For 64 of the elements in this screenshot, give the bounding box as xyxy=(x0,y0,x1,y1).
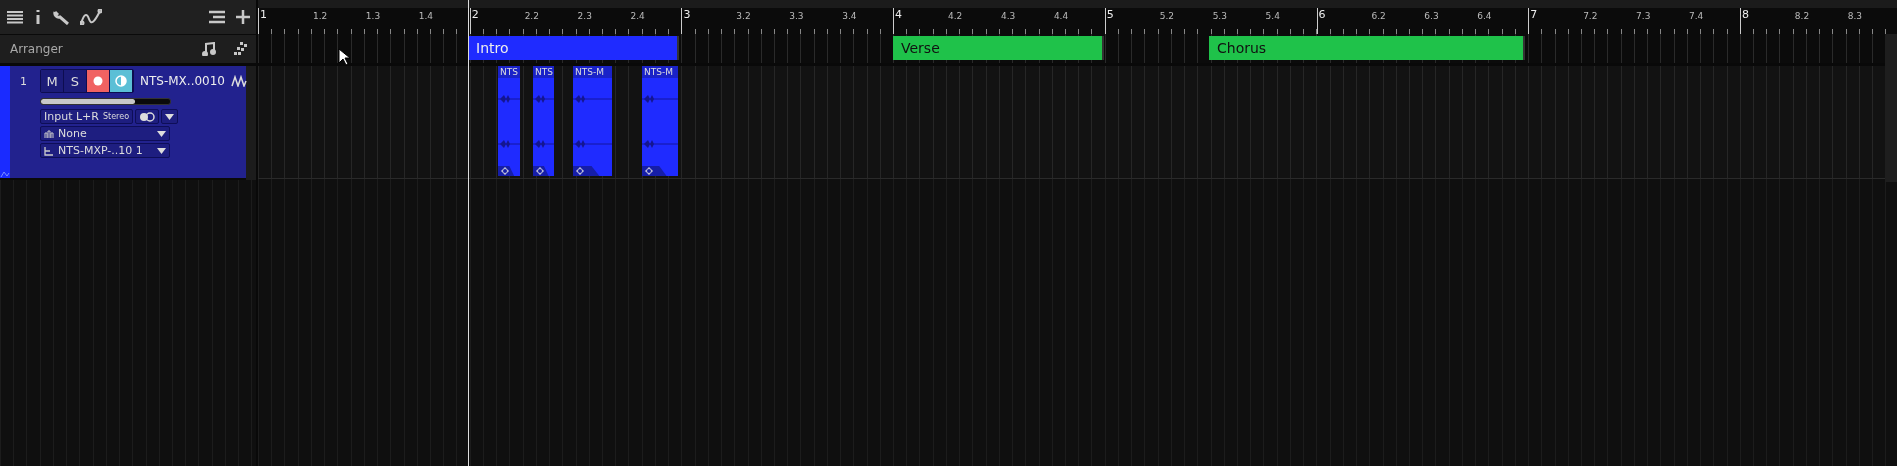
ruler-label: 5.4 xyxy=(1265,11,1280,21)
grid-icon[interactable] xyxy=(234,42,248,56)
ruler-label: 3.4 xyxy=(842,11,857,21)
solo-button[interactable]: S xyxy=(64,70,87,92)
ruler-label: 6.4 xyxy=(1477,11,1492,21)
ruler-label: 2.3 xyxy=(577,11,592,21)
instrument-selector[interactable]: None xyxy=(40,126,170,141)
track-name: NTS-MX..0010 xyxy=(140,74,225,88)
ruler-label: 2.4 xyxy=(630,11,645,21)
menu-icon[interactable] xyxy=(6,10,24,24)
audio-clip[interactable]: NTS xyxy=(533,66,554,176)
music-note-icon[interactable] xyxy=(202,42,216,56)
ruler-label: 1.3 xyxy=(365,11,381,21)
ruler-label: 1.2 xyxy=(312,11,328,21)
panel-title: Arranger xyxy=(10,42,64,56)
ruler-label: 7.3 xyxy=(1636,11,1651,21)
ruler-label: 5.2 xyxy=(1159,11,1175,21)
wrench-icon[interactable] xyxy=(52,9,70,25)
output-icon xyxy=(44,145,54,156)
toggle-switch[interactable] xyxy=(139,111,156,122)
ruler-label: 4.3 xyxy=(1000,11,1016,21)
clip-name: NTS xyxy=(498,66,520,78)
input-selector[interactable]: Input L+R Stereo xyxy=(40,109,134,124)
scrollbar[interactable] xyxy=(1885,34,1897,182)
audio-clip[interactable]: NTS xyxy=(498,66,520,176)
caret-icon xyxy=(157,130,166,137)
audio-clip[interactable]: NTS-M xyxy=(573,66,612,176)
arranger-section[interactable]: Verse xyxy=(893,36,1104,60)
output-selector[interactable]: NTS-MXP-..10 1 xyxy=(40,143,170,158)
audio-clip[interactable]: NTS-M xyxy=(642,66,678,176)
clip-name: NTS-M xyxy=(573,66,612,78)
arranger-section[interactable]: Intro xyxy=(468,36,679,60)
caret-icon xyxy=(157,147,166,154)
mute-button[interactable]: M xyxy=(41,70,64,92)
ruler-label: 8.3 xyxy=(1847,11,1863,21)
ruler-label: 8.2 xyxy=(1794,11,1810,21)
half-circle-icon xyxy=(115,75,127,87)
ruler-label: 5.3 xyxy=(1212,11,1227,21)
ruler-label: 2.2 xyxy=(524,11,539,21)
ruler-label: 6.3 xyxy=(1424,11,1439,21)
ruler-label: 7.4 xyxy=(1688,11,1704,21)
info-icon[interactable] xyxy=(34,9,42,25)
dropdown-button[interactable] xyxy=(161,109,179,124)
clip-name: NTS xyxy=(533,66,554,78)
ruler-label: 1.4 xyxy=(418,11,434,21)
ruler-label: 3.2 xyxy=(736,11,751,21)
monitor-button[interactable] xyxy=(110,70,133,92)
ruler-label: 4.2 xyxy=(948,11,963,21)
record-button[interactable] xyxy=(87,70,110,92)
add-icon[interactable] xyxy=(236,10,250,24)
list-icon[interactable] xyxy=(208,10,226,24)
ruler-label: 6.2 xyxy=(1371,11,1386,21)
waveform-icon[interactable] xyxy=(231,75,247,87)
volume-fader[interactable] xyxy=(40,98,171,105)
clip-name: NTS-M xyxy=(642,66,678,78)
ruler-label: 7.2 xyxy=(1583,11,1598,21)
timeline-ruler[interactable]: 1 1.2 1.3 1.4 2 2.2 2.3 2.4 3 3.2 3.3 3.4 4 4.2 4.3 4.4 5 5.2 5.3 5.4 6 6.2 6.3 6.4 7 7.2 7.3 7.4 8 8.2 8.3 xyxy=(258,0,1897,34)
record-icon xyxy=(93,76,103,86)
ruler-label: 4.4 xyxy=(1053,11,1069,21)
instrument-icon xyxy=(44,128,54,139)
arranger-section[interactable]: Chorus xyxy=(1209,36,1525,60)
curve-icon[interactable] xyxy=(80,9,102,25)
track-number: 1 xyxy=(20,74,28,88)
ruler-label: 3.3 xyxy=(789,11,804,21)
